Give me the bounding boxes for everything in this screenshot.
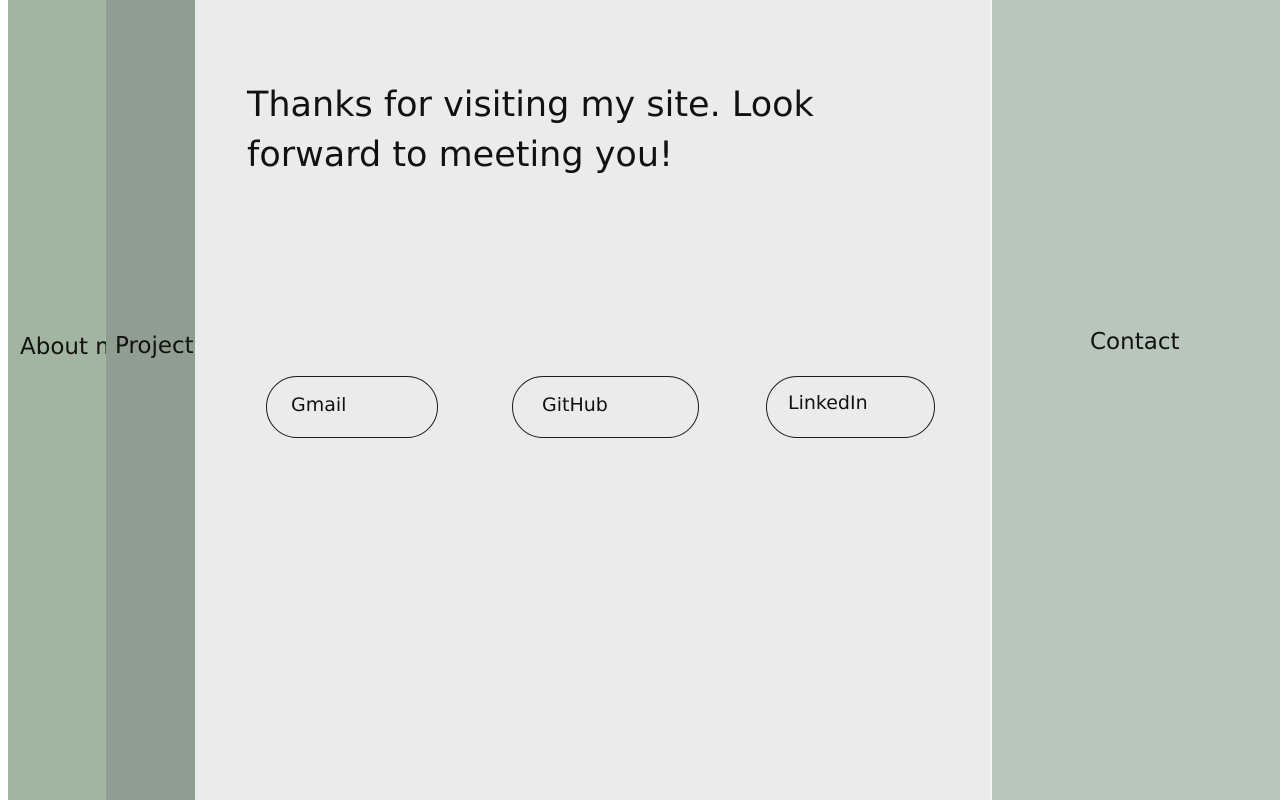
page: About me Projects Thanks for visiting my… [0,0,1280,800]
linkedin-button[interactable]: LinkedIn [766,376,935,438]
nav-panel-contact-label: Contact [1090,329,1180,355]
github-button[interactable]: GitHub [512,376,699,438]
gmail-button[interactable]: Gmail [266,376,438,438]
nav-panel-about-label: About me [20,334,106,360]
linkedin-button-label: LinkedIn [788,392,868,414]
gmail-button-label: Gmail [291,394,347,416]
nav-panel-about[interactable]: About me [8,0,106,800]
nav-panel-contact[interactable]: Contact [992,0,1280,800]
nav-panel-projects[interactable]: Projects [106,0,195,800]
left-gutter [0,0,8,800]
github-button-label: GitHub [542,394,608,416]
thank-you-message: Thanks for visiting my site. Look forwar… [247,85,814,175]
contact-content: Thanks for visiting my site. Look forwar… [195,0,990,800]
nav-panel-projects-label: Projects [115,333,195,359]
